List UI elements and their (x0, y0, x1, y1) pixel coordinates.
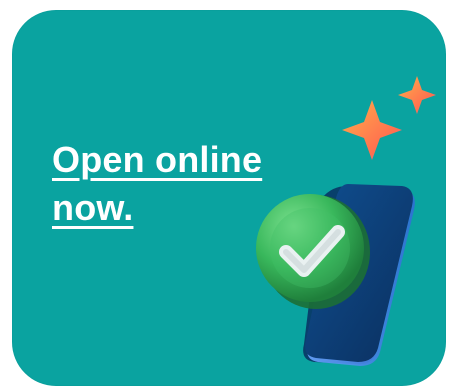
sparkles-icon (342, 76, 436, 160)
check-badge-icon (256, 194, 370, 309)
phone-check-illustration (256, 76, 436, 366)
promo-card: Open online now. (12, 10, 446, 386)
